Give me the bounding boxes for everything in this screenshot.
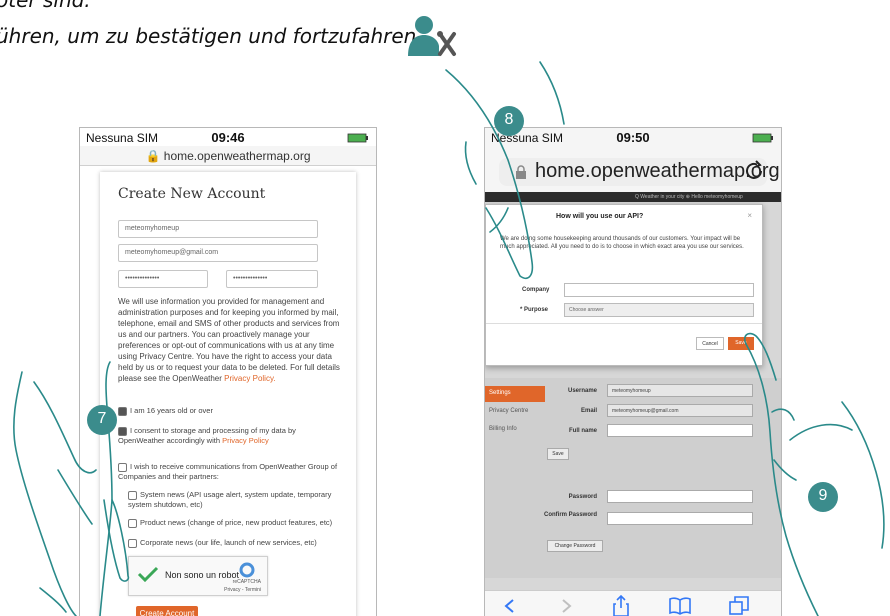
corporate-news-label: Corporate news (our life, launch of new …: [140, 538, 317, 547]
lock-icon: 🔒: [145, 149, 161, 163]
storage-checkbox[interactable]: [118, 426, 127, 436]
company-input[interactable]: [564, 283, 754, 297]
manual-text-line-1: oter sind.: [0, 0, 91, 12]
privacy-policy-link[interactable]: Privacy Policy.: [224, 374, 275, 383]
recaptcha-widget[interactable]: Non sono un robot reCAPTCHA Privacy - Te…: [128, 556, 268, 596]
consent-paragraph: We will use information you provided for…: [118, 296, 344, 384]
recaptcha-brand: reCAPTCHA: [232, 579, 261, 585]
recaptcha-logo-icon: [239, 562, 255, 578]
step-callout-9: 9: [808, 482, 838, 512]
email-label: Email: [580, 408, 597, 414]
tabs-icon[interactable]: [729, 596, 749, 616]
battery-icon: [347, 133, 368, 143]
password-confirm-field[interactable]: ••••••••••••••: [226, 270, 318, 288]
communications-checkbox[interactable]: [118, 462, 127, 472]
manual-text-line-2: ühren, um zu bestätigen und fortzufahren…: [0, 24, 423, 48]
form-title: Create New Account: [118, 186, 266, 202]
left-hand-knuckle3: [39, 587, 67, 613]
phone-screenshot-registration: Nessuna SIM 09:46 🔒 home.openweathermap.…: [79, 127, 377, 616]
recaptcha-terms[interactable]: Privacy - Termini: [224, 587, 261, 593]
share-icon[interactable]: [613, 595, 629, 616]
product-news-label: Product news (change of price, new produ…: [140, 518, 333, 527]
confirm-password-input[interactable]: [607, 512, 753, 525]
system-news-checkbox[interactable]: [128, 490, 137, 500]
storage-privacy-link[interactable]: Privacy Policy: [222, 436, 269, 445]
password-field[interactable]: ••••••••••••••: [118, 270, 208, 288]
clock: 09:46: [211, 130, 245, 145]
sidebar-item-settings[interactable]: Settings: [485, 386, 545, 402]
age-checkbox[interactable]: [118, 406, 127, 416]
right-hand-palm: [841, 401, 885, 549]
company-label: Company: [522, 287, 550, 293]
sidebar-item-billing-info[interactable]: Billing Info: [485, 422, 545, 438]
reload-icon[interactable]: [743, 160, 765, 182]
back-icon[interactable]: [503, 598, 515, 614]
product-news-row[interactable]: Product news (change of price, new produ…: [128, 518, 338, 528]
purpose-label: * Purpose: [520, 307, 549, 313]
username-label: Username: [567, 388, 597, 394]
dialog-title: How will you use our API?: [556, 213, 644, 220]
phone-screenshot-api-usage: Nessuna SIM 09:50 home.openweathermap.or…: [484, 127, 782, 616]
dialog-divider: [486, 323, 762, 324]
password-label: Password: [568, 494, 597, 500]
age-checkbox-label: I am 16 years old or over: [130, 406, 213, 415]
close-icon[interactable]: ×: [747, 211, 752, 220]
middle-hand-back: [539, 61, 565, 125]
system-news-label: System news (API usage alert, system upd…: [128, 490, 332, 509]
purpose-select[interactable]: Choose answer: [564, 303, 754, 317]
communications-intro-text: I wish to receive communications from Op…: [118, 462, 338, 481]
recaptcha-label: Non sono un robot: [165, 570, 240, 580]
right-hand-wrist: [789, 423, 853, 441]
communications-intro: I wish to receive communications from Op…: [118, 462, 338, 482]
create-account-button[interactable]: Create Account: [136, 606, 198, 616]
middle-hand-finger: [464, 141, 477, 185]
installer-tool-icon: [408, 16, 456, 56]
dialog-body: We are doing some housekeeping around th…: [500, 236, 744, 250]
account-settings-page: Settings Privacy Centre Billing Info Use…: [485, 378, 781, 578]
cancel-button[interactable]: Cancel: [696, 337, 724, 350]
forward-icon[interactable]: [561, 598, 573, 614]
checkmark-icon: [137, 566, 159, 582]
site-nav-bar: Q Weather in your city ⊕ Hello meteomyho…: [485, 192, 781, 202]
confirm-password-label: Confirm Password: [543, 512, 597, 518]
save-button[interactable]: Save: [728, 337, 754, 350]
battery-icon: [752, 133, 773, 143]
status-bar: Nessuna SIM 09:46: [80, 128, 376, 148]
password-input[interactable]: [607, 490, 753, 503]
corporate-news-checkbox[interactable]: [128, 538, 137, 548]
username-field[interactable]: meteomyhomeup: [118, 220, 318, 238]
full-name-input[interactable]: [607, 424, 753, 437]
safari-bottom-toolbar: [485, 590, 781, 616]
email-field[interactable]: meteomyhomeup@gmail.com: [118, 244, 318, 262]
full-name-label: Full name: [568, 428, 597, 434]
step-callout-8: 8: [494, 106, 524, 136]
clock: 09:50: [616, 130, 650, 145]
address-bar[interactable]: 🔒 home.openweathermap.org: [80, 146, 376, 166]
storage-checkbox-label: I consent to storage and processing of m…: [118, 426, 296, 445]
lock-icon: [516, 165, 526, 179]
storage-checkbox-row[interactable]: I consent to storage and processing of m…: [118, 426, 338, 446]
address-text: home.openweathermap.org: [163, 149, 311, 163]
step-callout-7: 7: [87, 405, 117, 435]
consent-text: We will use information you provided for…: [118, 297, 340, 383]
system-news-row[interactable]: System news (API usage alert, system upd…: [128, 490, 338, 510]
change-password-button[interactable]: Change Password: [547, 540, 603, 552]
status-bar: Nessuna SIM 09:50: [485, 128, 781, 148]
email-value[interactable]: meteomyhomeup@gmail.com: [607, 404, 753, 417]
username-value[interactable]: meteomyhomeup: [607, 384, 753, 397]
corporate-news-row[interactable]: Corporate news (our life, launch of new …: [128, 538, 338, 548]
create-account-form: Create New Account meteomyhomeup meteomy…: [100, 172, 356, 616]
left-hand-palm: [13, 371, 77, 616]
sidebar-item-privacy-centre[interactable]: Privacy Centre: [485, 404, 545, 420]
manual-page: oter sind. ühren, um zu bestätigen und f…: [0, 0, 890, 616]
address-bar[interactable]: home.openweathermap.org: [499, 158, 780, 186]
age-checkbox-row[interactable]: I am 16 years old or over: [118, 406, 338, 416]
product-news-checkbox[interactable]: [128, 518, 137, 528]
bookmarks-icon[interactable]: [669, 597, 691, 615]
api-usage-dialog: How will you use our API? × We are doing…: [485, 204, 763, 366]
profile-save-button[interactable]: Save: [547, 448, 569, 460]
